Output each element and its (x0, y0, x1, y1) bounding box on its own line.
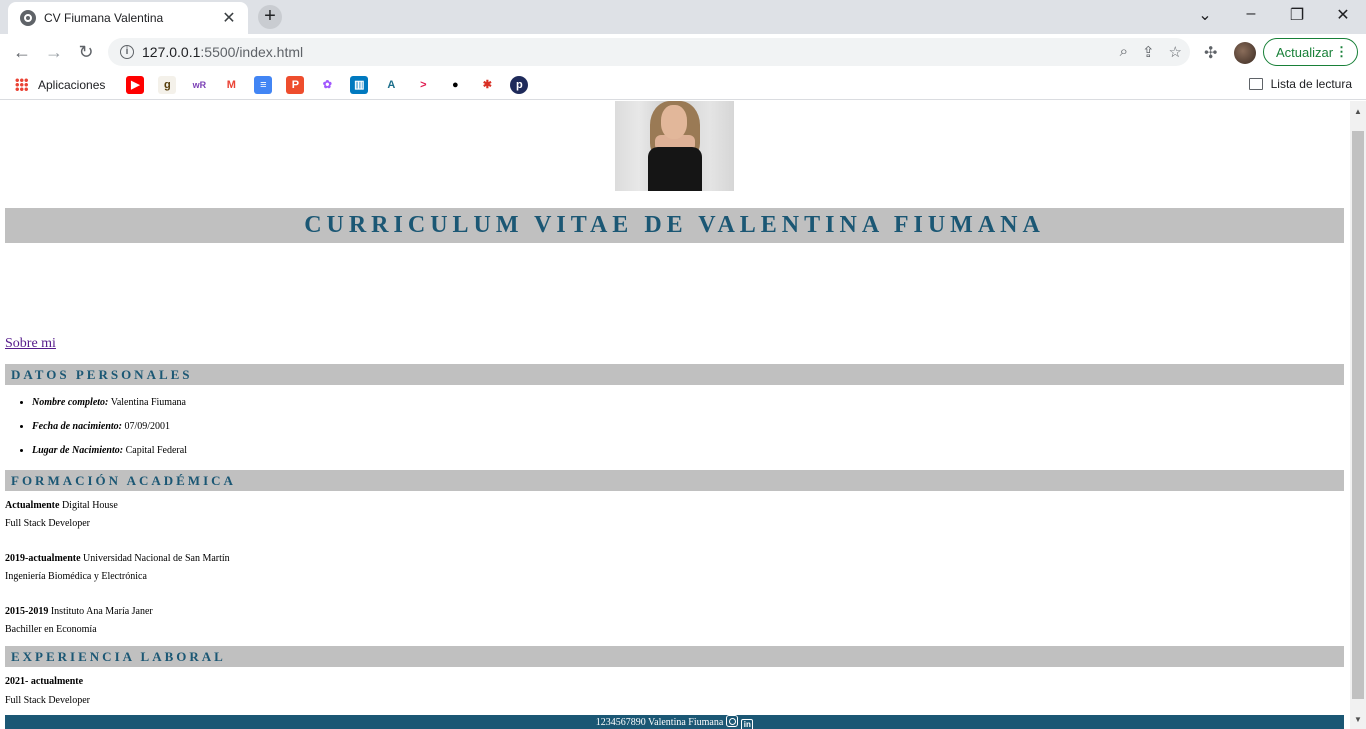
site-info-icon[interactable]: i (120, 45, 134, 59)
bookmarks-bar: Aplicaciones ▶ g wR M ≡ P ✿ ▥ A > ● ✱ p … (0, 70, 1366, 100)
globe-icon (20, 10, 36, 26)
new-tab-button[interactable]: + (258, 5, 282, 29)
forward-arrow-icon[interactable]: → (42, 40, 66, 64)
trello-icon[interactable]: ▥ (350, 75, 369, 94)
list-item: Nombre completo: Valentina Fiumana (32, 396, 187, 420)
list-item: Fecha de nacimiento: 07/09/2001 (32, 420, 187, 444)
close-window-icon[interactable]: ✕ (1328, 5, 1358, 25)
url-path: :5500/index.html (200, 44, 304, 60)
youtube-icon[interactable]: ▶ (126, 75, 145, 94)
education-degree: Ingeniería Biomédica y Electrónica (5, 571, 147, 582)
list-item: Lugar de Nacimiento: Capital Federal (32, 444, 187, 468)
item-value: Capital Federal (125, 445, 187, 456)
figma-icon[interactable]: ✿ (318, 75, 337, 94)
update-button[interactable]: Actualizar ⋮ (1263, 38, 1358, 66)
experience-period: 2021- actualmente (5, 676, 83, 687)
browser-tab[interactable]: CV Fiumana Valentina ✕ (8, 2, 248, 34)
arrow-bookmark-icon[interactable]: > (414, 75, 433, 94)
item-value: 07/09/2001 (124, 421, 171, 432)
item-label: Nombre completo: (32, 397, 109, 408)
extensions-puzzle-icon[interactable]: ✣ (1204, 43, 1217, 63)
address-bar[interactable]: i 127.0.0.1:5500/index.html ⌕ ⇪ ☆ (108, 38, 1190, 66)
instagram-icon[interactable] (726, 715, 739, 727)
anatomy-icon[interactable]: ✱ (478, 75, 497, 94)
share-icon[interactable]: ⇪ (1142, 43, 1155, 61)
profile-photo (615, 101, 734, 191)
profile-avatar[interactable] (1234, 42, 1256, 64)
experience-heading: EXPERIENCIA LABORAL (5, 646, 1344, 667)
tab-title: CV Fiumana Valentina (44, 11, 164, 25)
personal-data-list: Nombre completo: Valentina Fiumana Fecha… (0, 396, 187, 468)
personal-data-heading: DATOS PERSONALES (5, 364, 1344, 385)
reading-list-icon (1248, 78, 1263, 90)
scroll-up-arrow-icon[interactable]: ▲ (1350, 105, 1366, 119)
restore-icon[interactable]: ❐ (1282, 5, 1312, 25)
url-text: 127.0.0.1:5500/index.html (142, 44, 303, 60)
footer: 1234567890 Valentina Fiumana in (5, 715, 1344, 729)
about-me-link[interactable]: Sobre mi (5, 336, 56, 352)
apps-grid-icon[interactable] (15, 78, 28, 91)
education-entry-line: 2019-actualmente Universidad Nacional de… (5, 553, 230, 564)
reload-icon[interactable]: ↻ (74, 40, 98, 64)
page-title: CURRICULUM VITAE DE VALENTINA FIUMANA (5, 208, 1344, 243)
education-period: 2019-actualmente (5, 553, 81, 564)
update-label: Actualizar (1276, 44, 1334, 60)
tab-search-chevron-icon[interactable]: ⌄ (1190, 5, 1220, 25)
bookmark-a-icon[interactable]: A (382, 75, 401, 94)
linkedin-icon[interactable]: in (741, 719, 754, 729)
page-scrollbar[interactable]: ▲ ▼ (1350, 101, 1366, 729)
education-period: Actualmente (5, 500, 60, 511)
github-icon[interactable]: ● (446, 75, 465, 94)
education-period: 2015-2019 (5, 606, 49, 617)
experience-role: Full Stack Developer (5, 695, 90, 706)
page-viewport: CURRICULUM VITAE DE VALENTINA FIUMANA So… (0, 101, 1350, 729)
education-degree: Full Stack Developer (5, 518, 90, 529)
item-value: Valentina Fiumana (110, 397, 186, 408)
close-tab-icon[interactable]: ✕ (220, 8, 238, 28)
goodreads-icon[interactable]: g (158, 75, 177, 94)
education-heading: FORMACIÓN ACADÉMICA (5, 470, 1344, 491)
education-institution: Digital House (61, 500, 118, 511)
footer-text: 1234567890 Valentina Fiumana (595, 717, 724, 728)
education-institution: Instituto Ana María Janer (50, 606, 153, 617)
item-label: Lugar de Nacimiento: (32, 445, 124, 456)
tab-strip: CV Fiumana Valentina ✕ + ⌄ – ❐ ✕ (0, 0, 1366, 34)
wordreference-icon[interactable]: wR (190, 75, 209, 94)
experience-period-text: 2021- actualmente (5, 676, 84, 687)
google-docs-icon[interactable]: ≡ (254, 75, 273, 94)
minimize-icon[interactable]: – (1236, 5, 1266, 23)
p-bookmark-icon[interactable]: p (510, 75, 529, 94)
reading-list-button[interactable]: Lista de lectura (1248, 77, 1352, 91)
education-entry-line: 2015-2019 Instituto Ana María Janer (5, 606, 153, 617)
education-institution: Universidad Nacional de San Martín (83, 553, 230, 564)
back-arrow-icon[interactable]: ← (10, 40, 34, 64)
education-degree: Bachiller en Economía (5, 624, 97, 635)
url-host: 127.0.0.1 (142, 44, 201, 60)
gmail-icon[interactable]: M (222, 75, 241, 94)
reading-list-label: Lista de lectura (1270, 77, 1352, 91)
education-entry-line: Actualmente Digital House (5, 500, 118, 511)
item-label: Fecha de nacimiento: (32, 421, 122, 432)
bookmark-star-icon[interactable]: ☆ (1169, 43, 1182, 61)
zoom-icon[interactable]: ⌕ (1120, 43, 1128, 61)
apps-label[interactable]: Aplicaciones (38, 78, 105, 92)
scroll-thumb[interactable] (1352, 131, 1364, 699)
pinterest-like-icon[interactable]: P (286, 75, 305, 94)
menu-dots-icon[interactable]: ⋮ (1335, 44, 1348, 60)
scroll-down-arrow-icon[interactable]: ▼ (1350, 713, 1366, 727)
omnibox-actions: ⌕ ⇪ ☆ (1120, 43, 1182, 61)
browser-toolbar: ← → ↻ i 127.0.0.1:5500/index.html ⌕ ⇪ ☆ … (0, 34, 1366, 70)
